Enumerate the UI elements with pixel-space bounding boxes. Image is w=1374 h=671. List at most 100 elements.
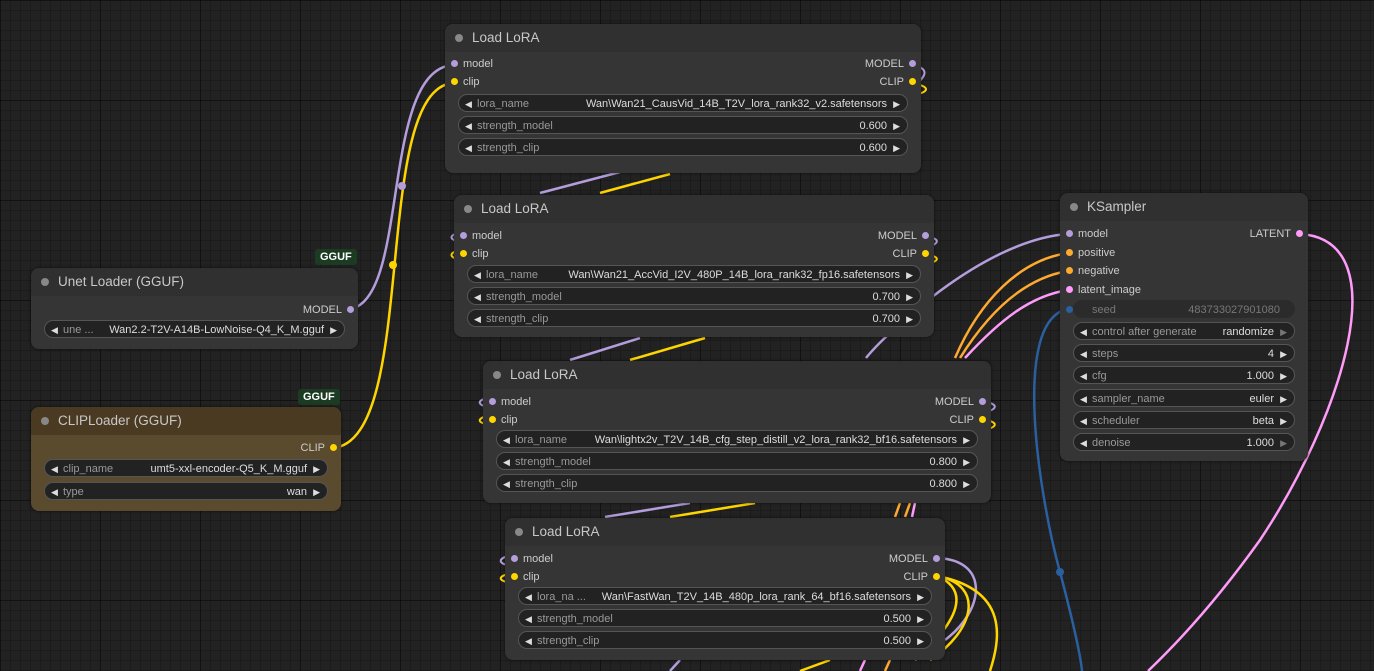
model-output-dot-icon[interactable] — [922, 232, 929, 239]
conditioning-input-dot-icon[interactable] — [1066, 249, 1073, 256]
load-lora-node-4[interactable]: Load LoRA model clip MODEL CLIP ◀ lora_na… — [505, 518, 945, 660]
node-title[interactable]: Unet Loader (GGUF) — [31, 268, 358, 296]
load-lora-node-1[interactable]: Load LoRA model clip MODEL CLIP ◀ lora_na… — [445, 24, 921, 173]
output-model[interactable]: MODEL — [878, 228, 929, 244]
arrow-left-icon[interactable]: ◀ — [1080, 367, 1087, 385]
cfg-number[interactable]: ◀ cfg 1.000 ▶ — [1073, 366, 1295, 384]
clip-output-dot-icon[interactable] — [979, 416, 986, 423]
scheduler-combo[interactable]: ◀ scheduler beta ▶ — [1073, 411, 1295, 429]
latent-input-dot-icon[interactable] — [1066, 286, 1073, 293]
arrow-right-icon[interactable]: ▶ — [917, 588, 924, 606]
arrow-right-icon[interactable]: ▶ — [1280, 367, 1287, 385]
denoise-number[interactable]: ◀ denoise 1.000 ▶ — [1073, 433, 1295, 451]
arrow-right-icon[interactable]: ▶ — [1280, 434, 1287, 452]
model-input-dot-icon[interactable] — [489, 398, 496, 405]
arrow-left-icon[interactable]: ◀ — [474, 288, 481, 306]
int-input-dot-icon[interactable] — [1066, 306, 1073, 313]
input-model[interactable]: model — [511, 551, 553, 567]
clip-output-dot-icon[interactable] — [330, 444, 337, 451]
arrow-right-icon[interactable]: ▶ — [906, 310, 913, 328]
arrow-right-icon[interactable]: ▶ — [893, 95, 900, 113]
input-model[interactable]: model — [489, 394, 531, 410]
arrow-right-icon[interactable]: ▶ — [917, 632, 924, 650]
arrow-right-icon[interactable]: ▶ — [330, 321, 337, 339]
steps-number[interactable]: ◀ steps 4 ▶ — [1073, 344, 1295, 362]
clip-output-dot-icon[interactable] — [922, 250, 929, 257]
clip-input-dot-icon[interactable] — [451, 78, 458, 85]
model-output-dot-icon[interactable] — [979, 398, 986, 405]
clip-output-dot-icon[interactable] — [909, 78, 916, 85]
node-title[interactable]: Load LoRA — [445, 24, 921, 52]
output-model[interactable]: MODEL — [889, 551, 940, 567]
ksampler-node[interactable]: KSampler model positive negative latent_… — [1060, 193, 1308, 461]
arrow-left-icon[interactable]: ◀ — [525, 588, 532, 606]
clip-input-dot-icon[interactable] — [460, 250, 467, 257]
node-title[interactable]: KSampler — [1060, 193, 1308, 221]
arrow-left-icon[interactable]: ◀ — [51, 321, 58, 339]
output-clip[interactable]: CLIP — [904, 569, 940, 585]
lora-name-combo[interactable]: ◀ lora_na ... Wan\FastWan_T2V_14B_480p_lor… — [518, 587, 932, 605]
input-positive[interactable]: positive — [1066, 245, 1115, 261]
lora-name-combo[interactable]: ◀ lora_name Wan\lightx2v_T2V_14B_cfg_step_… — [496, 430, 978, 448]
arrow-left-icon[interactable]: ◀ — [1080, 390, 1087, 408]
clip-output-dot-icon[interactable] — [933, 573, 940, 580]
latent-output-dot-icon[interactable] — [1296, 230, 1303, 237]
model-input-dot-icon[interactable] — [511, 555, 518, 562]
output-model[interactable]: MODEL — [865, 56, 916, 72]
arrow-right-icon[interactable]: ▶ — [906, 288, 913, 306]
arrow-right-icon[interactable]: ▶ — [963, 475, 970, 493]
node-title[interactable]: Load LoRA — [454, 195, 934, 223]
arrow-right-icon[interactable]: ▶ — [1280, 412, 1287, 430]
strength-clip-number[interactable]: ◀ strength_clip 0.500 ▶ — [518, 631, 932, 649]
arrow-right-icon[interactable]: ▶ — [893, 117, 900, 135]
clip-input-dot-icon[interactable] — [511, 573, 518, 580]
arrow-right-icon[interactable]: ▶ — [963, 431, 970, 449]
input-latent-image[interactable]: latent_image — [1066, 282, 1141, 298]
output-clip[interactable]: CLIP — [893, 246, 929, 262]
arrow-left-icon[interactable]: ◀ — [51, 483, 58, 501]
arrow-left-icon[interactable]: ◀ — [465, 139, 472, 157]
model-output-dot-icon[interactable] — [347, 306, 354, 313]
input-model[interactable]: model — [460, 228, 502, 244]
model-input-dot-icon[interactable] — [460, 232, 467, 239]
model-output-dot-icon[interactable] — [909, 60, 916, 67]
arrow-left-icon[interactable]: ◀ — [51, 460, 58, 478]
load-lora-node-2[interactable]: Load LoRA model clip MODEL CLIP ◀ lora_na… — [454, 195, 934, 337]
sampler-name-combo[interactable]: ◀ sampler_name euler ▶ — [1073, 389, 1295, 407]
arrow-left-icon[interactable]: ◀ — [503, 453, 510, 471]
arrow-right-icon[interactable]: ▶ — [893, 139, 900, 157]
unet-loader-node[interactable]: Unet Loader (GGUF) MODEL ◀ une ... Wan2.… — [31, 268, 358, 349]
arrow-left-icon[interactable]: ◀ — [503, 431, 510, 449]
arrow-left-icon[interactable]: ◀ — [474, 266, 481, 284]
strength-model-number[interactable]: ◀ strength_model 0.700 ▶ — [467, 287, 921, 305]
arrow-right-icon[interactable]: ▶ — [313, 460, 320, 478]
input-negative[interactable]: negative — [1066, 263, 1120, 279]
input-model[interactable]: model — [1066, 226, 1108, 242]
strength-model-number[interactable]: ◀ strength_model 0.600 ▶ — [458, 116, 908, 134]
arrow-right-icon[interactable]: ▶ — [906, 266, 913, 284]
arrow-left-icon[interactable]: ◀ — [1080, 412, 1087, 430]
arrow-left-icon[interactable]: ◀ — [1080, 345, 1087, 363]
arrow-right-icon[interactable]: ▶ — [1280, 390, 1287, 408]
output-model[interactable]: MODEL — [935, 394, 986, 410]
strength-clip-number[interactable]: ◀ strength_clip 0.800 ▶ — [496, 474, 978, 492]
input-clip[interactable]: clip — [489, 412, 518, 428]
arrow-left-icon[interactable]: ◀ — [465, 95, 472, 113]
strength-model-number[interactable]: ◀ strength_model 0.500 ▶ — [518, 609, 932, 627]
output-clip[interactable]: CLIP — [880, 74, 916, 90]
lora-name-combo[interactable]: ◀ lora_name Wan\Wan21_AccVid_I2V_480P_14B_… — [467, 265, 921, 283]
output-clip[interactable]: CLIP — [950, 412, 986, 428]
seed-input[interactable]: seed 483733027901080 — [1066, 300, 1295, 318]
arrow-left-icon[interactable]: ◀ — [1080, 323, 1087, 341]
model-output-dot-icon[interactable] — [933, 555, 940, 562]
node-title[interactable]: Load LoRA — [483, 361, 991, 389]
clip-loader-node[interactable]: CLIPLoader (GGUF) CLIP ◀ clip_name umt5-… — [31, 407, 341, 511]
output-latent[interactable]: LATENT — [1250, 226, 1303, 242]
control-after-generate-combo[interactable]: ◀ control after generate randomize ▶ — [1073, 322, 1295, 340]
clip-name-combo[interactable]: ◀ clip_name umt5-xxl-encoder-Q5_K_M.gguf… — [44, 459, 328, 477]
load-lora-node-3[interactable]: Load LoRA model clip MODEL CLIP ◀ lora_na… — [483, 361, 991, 503]
output-clip[interactable]: CLIP — [301, 440, 337, 456]
arrow-left-icon[interactable]: ◀ — [1080, 434, 1087, 452]
input-clip[interactable]: clip — [451, 74, 480, 90]
output-model[interactable]: MODEL — [303, 302, 354, 318]
